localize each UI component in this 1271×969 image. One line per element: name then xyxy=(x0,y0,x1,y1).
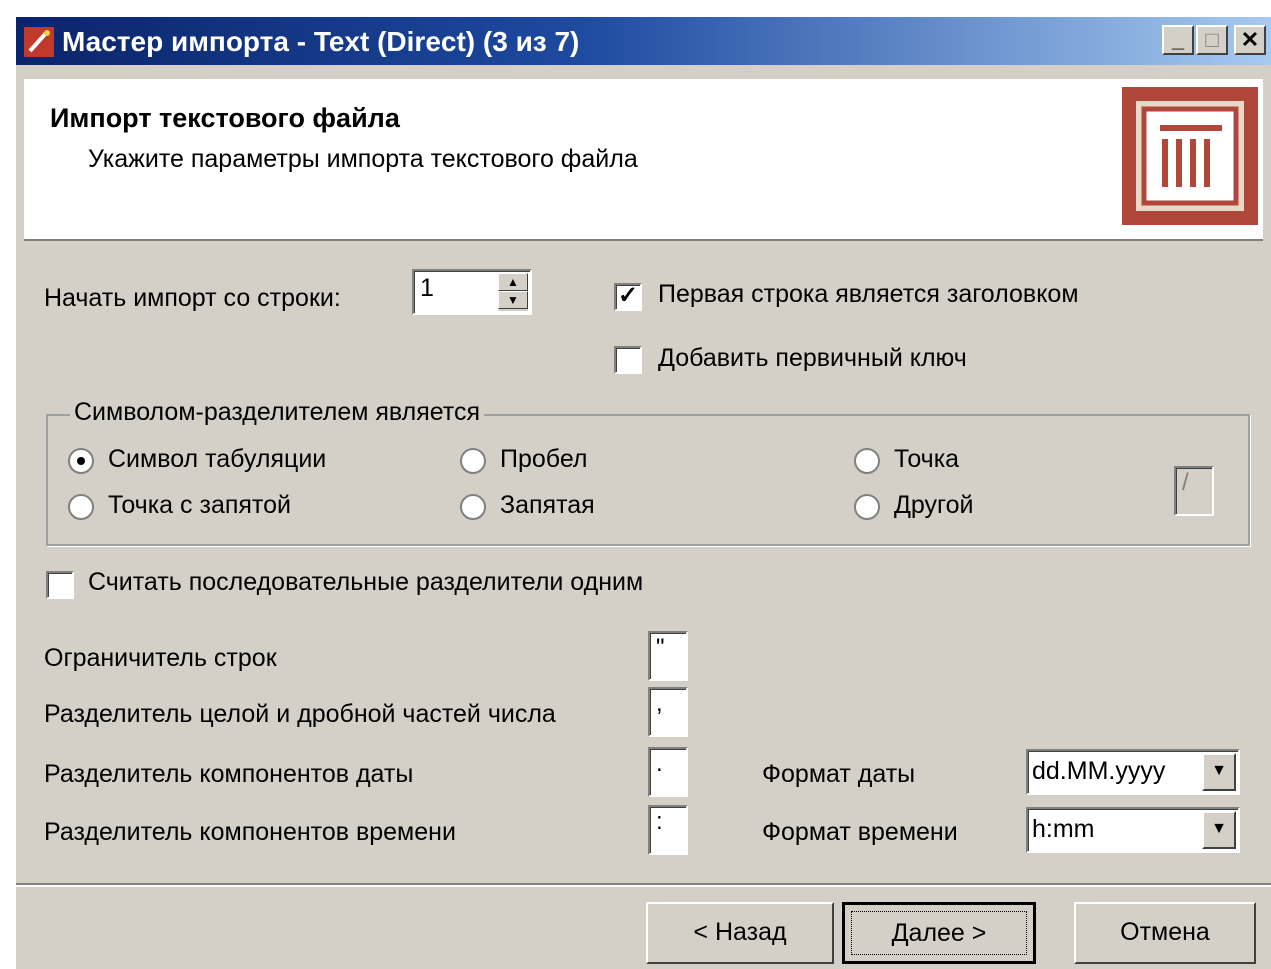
wizard-app-icon xyxy=(24,27,54,57)
first-row-header-label: Первая строка является заголовком xyxy=(658,280,1079,308)
start-row-value: 1 xyxy=(420,274,434,302)
spin-down-icon[interactable]: ▼ xyxy=(498,291,528,309)
radio-semicolon-label: Точка с запятой xyxy=(108,491,291,519)
focus-rect xyxy=(851,911,1027,955)
back-button[interactable]: < Назад xyxy=(646,902,834,964)
add-primary-key-label: Добавить первичный ключ xyxy=(658,344,967,372)
time-separator-input[interactable]: : xyxy=(648,805,688,855)
radio-semicolon[interactable] xyxy=(68,494,94,520)
consecutive-delimiters-label: Считать последовательные разделители одн… xyxy=(88,568,644,596)
decimal-separator-label: Разделитель целой и дробной частей числа xyxy=(44,700,556,728)
header-title: Импорт текстового файла xyxy=(50,103,400,133)
minimize-button[interactable]: _ xyxy=(1162,25,1194,55)
time-format-label: Формат времени xyxy=(762,818,958,846)
spinner-buttons[interactable]: ▲ ▼ xyxy=(498,273,528,311)
time-format-value: h:mm xyxy=(1032,815,1095,843)
radio-comma[interactable] xyxy=(460,494,486,520)
date-format-value: dd.MM.yyyy xyxy=(1032,757,1166,785)
first-row-header-checkbox[interactable]: ✓ xyxy=(614,283,642,311)
radio-space-label: Пробел xyxy=(500,445,588,473)
footer-divider xyxy=(16,883,1271,887)
radio-other-label: Другой xyxy=(894,491,974,519)
time-format-select[interactable]: h:mm ▼ xyxy=(1026,807,1240,853)
header-subtitle: Укажите параметры импорта текстового фай… xyxy=(88,145,638,173)
spin-up-icon[interactable]: ▲ xyxy=(498,273,528,291)
window-title: Мастер импорта - Text (Direct) (3 из 7) xyxy=(62,26,580,57)
start-row-spinner[interactable]: 1 ▲ ▼ xyxy=(412,269,532,315)
radio-other[interactable] xyxy=(854,494,880,520)
string-delimiter-label: Ограничитель строк xyxy=(44,644,277,672)
string-delimiter-input[interactable]: " xyxy=(648,631,688,681)
text-file-icon xyxy=(1122,87,1258,225)
date-format-select[interactable]: dd.MM.yyyy ▼ xyxy=(1026,749,1240,795)
add-primary-key-checkbox[interactable] xyxy=(614,346,642,374)
cancel-button[interactable]: Отмена xyxy=(1074,902,1256,964)
other-delimiter-input[interactable]: / xyxy=(1174,466,1214,516)
radio-dot[interactable] xyxy=(854,448,880,474)
radio-comma-label: Запятая xyxy=(500,491,595,519)
chevron-down-icon[interactable]: ▼ xyxy=(1202,811,1236,849)
radio-tab[interactable] xyxy=(68,448,94,474)
date-separator-label: Разделитель компонентов даты xyxy=(44,760,414,788)
radio-space[interactable] xyxy=(460,448,486,474)
start-row-label: Начать импорт со строки: xyxy=(44,284,341,312)
delimiter-group-title: Символом-разделителем является xyxy=(70,398,485,427)
chevron-down-icon[interactable]: ▼ xyxy=(1202,753,1236,791)
radio-dot-label: Точка xyxy=(894,445,960,473)
title-bar[interactable]: Мастер импорта - Text (Direct) (3 из 7) … xyxy=(16,17,1271,65)
maximize-button[interactable]: □ xyxy=(1196,25,1228,55)
date-separator-input[interactable]: . xyxy=(648,747,688,797)
consecutive-delimiters-checkbox[interactable] xyxy=(46,571,74,599)
import-wizard-window: Мастер импорта - Text (Direct) (3 из 7) … xyxy=(14,15,1271,969)
date-format-label: Формат даты xyxy=(762,760,916,788)
wizard-header: Импорт текстового файла Укажите параметр… xyxy=(24,79,1263,241)
time-separator-label: Разделитель компонентов времени xyxy=(44,818,456,846)
close-button[interactable]: ✕ xyxy=(1234,25,1266,55)
radio-tab-label: Символ табуляции xyxy=(108,445,327,473)
delimiter-group: Символом-разделителем является Символ та… xyxy=(46,398,1250,546)
next-button[interactable]: Далее > xyxy=(842,902,1036,964)
decimal-separator-input[interactable]: , xyxy=(648,687,688,737)
